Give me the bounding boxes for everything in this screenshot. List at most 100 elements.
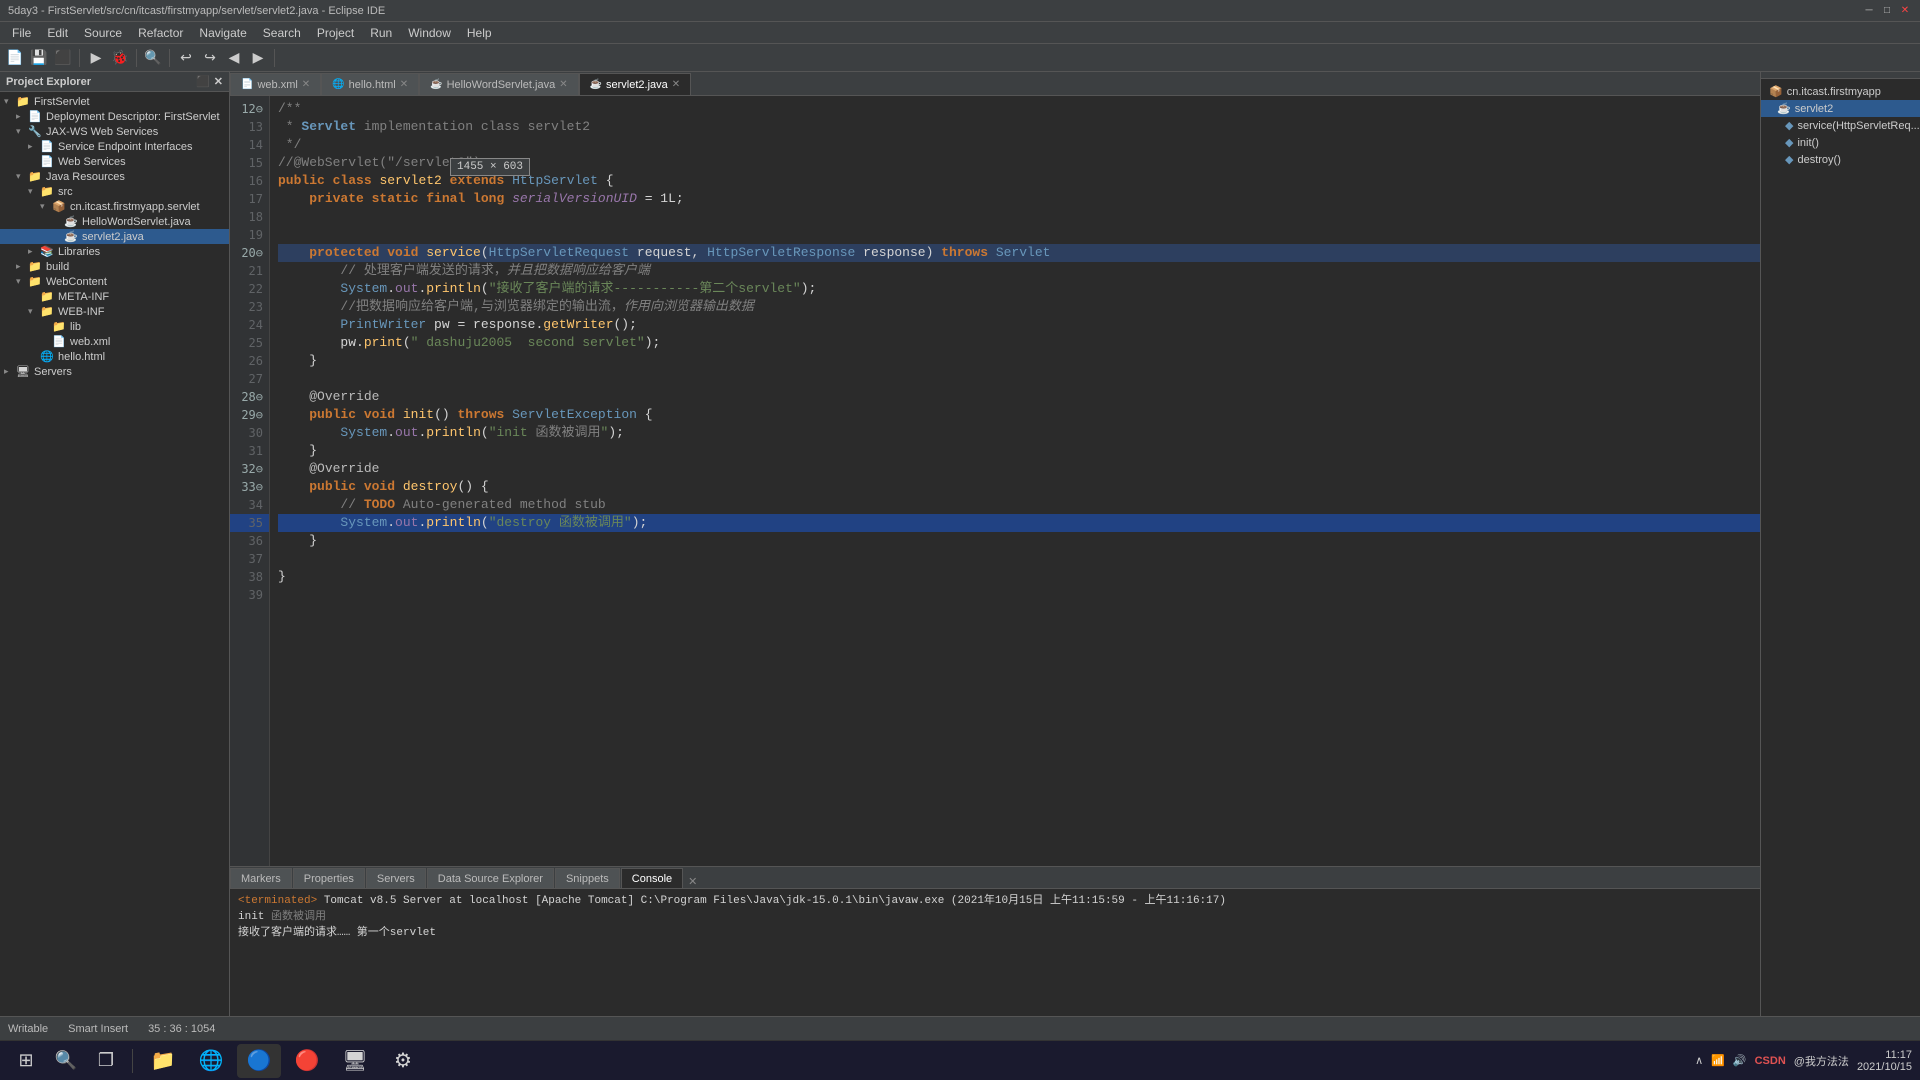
outline-item-package[interactable]: 📦 cn.itcast.firstmyapp	[1761, 83, 1920, 100]
taskbar-app-settings[interactable]: ⚙	[381, 1044, 425, 1078]
tree-item-metainf[interactable]: 📁 META-INF	[0, 289, 229, 304]
tree-item-webxml[interactable]: 📄 web.xml	[0, 334, 229, 349]
tree-item-webinf[interactable]: ▾ 📁 WEB-INF	[0, 304, 229, 319]
line-num: 32⊖	[230, 460, 269, 478]
center-editor-area: 📄 web.xml ✕ 🌐 hello.html ✕ ☕ HelloWordSe…	[230, 72, 1760, 1016]
tree-item-hello-html[interactable]: 🌐 hello.html	[0, 349, 229, 364]
tree-item-web-services[interactable]: 📄 Web Services	[0, 154, 229, 169]
outline-item-service[interactable]: ◆ service(HttpServletReq...	[1761, 117, 1920, 134]
tree-item-webcontent[interactable]: ▾ 📁 WebContent	[0, 274, 229, 289]
minimize-button[interactable]: ─	[1862, 4, 1876, 18]
line-num: 21	[230, 262, 269, 280]
menu-file[interactable]: File	[4, 24, 39, 42]
tree-item-hellowordservlet[interactable]: ☕ HelloWordServlet.java	[0, 214, 229, 229]
panel-close-icon[interactable]: ✕	[214, 75, 223, 88]
tab-label: HelloWordServlet.java	[447, 79, 556, 91]
tree-item-lib[interactable]: 📁 lib	[0, 319, 229, 334]
tree-item-servlet2[interactable]: ☕ servlet2.java	[0, 229, 229, 244]
tree-item-jax-ws[interactable]: ▾ 🔧 JAX-WS Web Services	[0, 124, 229, 139]
menu-source[interactable]: Source	[76, 24, 130, 42]
tab-close-servlet2[interactable]: ✕	[672, 79, 680, 90]
toolbar-next[interactable]: ▶	[247, 47, 269, 69]
tab-snippets[interactable]: Snippets	[555, 868, 620, 888]
taskbar-app-eclipse[interactable]: 🔵	[237, 1044, 281, 1078]
code-editor[interactable]: 1455 × 603 12⊖ 13 14 15 16 17 18 19 20⊖ …	[230, 96, 1760, 866]
toolbar-search[interactable]: 🔍	[142, 47, 164, 69]
line-num: 35	[230, 514, 269, 532]
tree-item-java-resources[interactable]: ▾ 📁 Java Resources	[0, 169, 229, 184]
line-num: 18	[230, 208, 269, 226]
toolbar-new[interactable]: 📄	[4, 47, 26, 69]
taskbar-app-file-explorer[interactable]: 📁	[141, 1044, 185, 1078]
toolbar-undo[interactable]: ↩	[175, 47, 197, 69]
menu-run[interactable]: Run	[362, 24, 400, 42]
class-icon-outline: ☕	[1777, 102, 1791, 115]
tab-properties[interactable]: Properties	[293, 868, 365, 888]
toolbar-sep-4	[274, 49, 275, 67]
toolbar-prev[interactable]: ◀	[223, 47, 245, 69]
tree-label: WEB-INF	[58, 306, 104, 318]
panel-header-buttons: ⬛ ✕	[196, 75, 223, 88]
tab-console[interactable]: Console	[621, 868, 683, 888]
panel-minimize-icon[interactable]: ⬛	[196, 75, 210, 88]
tree-item-build[interactable]: ▸ 📁 build	[0, 259, 229, 274]
tree-item-libraries[interactable]: ▸ 📚 Libraries	[0, 244, 229, 259]
toolbar-debug[interactable]: 🐞	[109, 47, 131, 69]
menu-search[interactable]: Search	[255, 24, 309, 42]
tab-markers[interactable]: Markers	[230, 868, 292, 888]
tab-hello-html[interactable]: 🌐 hello.html ✕	[321, 73, 419, 95]
taskbar-right: ∧ 📶 🔊 CSDN @我方法法 11:17 2021/10/15	[1695, 1049, 1912, 1073]
menu-help[interactable]: Help	[459, 24, 500, 42]
tree-item-package[interactable]: ▾ 📦 cn.itcast.firstmyapp.servlet	[0, 199, 229, 214]
tab-close-helloword[interactable]: ✕	[559, 79, 567, 90]
taskbar-app-terminal[interactable]: 🖥	[333, 1044, 377, 1078]
descriptor-icon: 📄	[28, 110, 44, 123]
tab-servers[interactable]: Servers	[366, 868, 426, 888]
line-num: 14	[230, 136, 269, 154]
tree-label: servlet2.java	[82, 231, 144, 243]
code-line	[278, 226, 1760, 244]
task-view-button[interactable]: ❐	[88, 1043, 124, 1079]
close-button[interactable]: ✕	[1898, 4, 1912, 18]
expand-arrow: ▾	[16, 171, 28, 182]
webxml-icon: 📄	[52, 335, 68, 348]
tab-close-hello[interactable]: ✕	[400, 79, 408, 90]
project-tree[interactable]: ▾ 📁 FirstServlet ▸ 📄 Deployment Descript…	[0, 92, 229, 1016]
toolbar-save[interactable]: 💾	[28, 47, 50, 69]
outline-label: cn.itcast.firstmyapp	[1787, 86, 1881, 98]
tab-label: servlet2.java	[606, 79, 668, 91]
outline-item-init[interactable]: ◆ init()	[1761, 134, 1920, 151]
toolbar-redo[interactable]: ↪	[199, 47, 221, 69]
menu-navigate[interactable]: Navigate	[191, 24, 254, 42]
menu-refactor[interactable]: Refactor	[130, 24, 191, 42]
project-explorer-title: Project Explorer	[6, 76, 91, 88]
console-line: <terminated> Tomcat v8.5 Server at local…	[238, 893, 1752, 909]
search-button[interactable]: 🔍	[48, 1043, 84, 1079]
tree-item-servers[interactable]: ▸ 🖥 Servers	[0, 364, 229, 379]
tab-servlet2[interactable]: ☕ servlet2.java ✕	[579, 73, 692, 95]
taskbar-app-chrome[interactable]: 🔴	[285, 1044, 329, 1078]
line-num: 28⊖	[230, 388, 269, 406]
menu-edit[interactable]: Edit	[39, 24, 76, 42]
tab-datasource[interactable]: Data Source Explorer	[427, 868, 554, 888]
taskbar-app-edge[interactable]: 🌐	[189, 1044, 233, 1078]
tab-close-webxml[interactable]: ✕	[302, 79, 310, 90]
bottom-panel: Markers Properties Servers Data Source E…	[230, 866, 1760, 1016]
dimension-annotation: 1455 × 603	[450, 158, 530, 176]
menu-project[interactable]: Project	[309, 24, 362, 42]
tab-web-xml[interactable]: 📄 web.xml ✕	[230, 73, 321, 95]
maximize-button[interactable]: □	[1880, 4, 1894, 18]
outline-item-destroy[interactable]: ◆ destroy()	[1761, 151, 1920, 168]
project-explorer-header: Project Explorer ⬛ ✕	[0, 72, 229, 92]
toolbar-save-all[interactable]: ⬛	[52, 47, 74, 69]
tree-item-deployment-descriptor[interactable]: ▸ 📄 Deployment Descriptor: FirstServlet	[0, 109, 229, 124]
tree-item-firstservlet[interactable]: ▾ 📁 FirstServlet	[0, 94, 229, 109]
start-button[interactable]: ⊞	[8, 1043, 44, 1079]
tree-item-service-endpoints[interactable]: ▸ 📄 Service Endpoint Interfaces	[0, 139, 229, 154]
code-content[interactable]: /** * Servlet implementation class servl…	[270, 96, 1760, 866]
menu-window[interactable]: Window	[400, 24, 459, 42]
tree-item-src[interactable]: ▾ 📁 src	[0, 184, 229, 199]
tab-hellowordservlet[interactable]: ☕ HelloWordServlet.java ✕	[419, 73, 578, 95]
outline-item-servlet2[interactable]: ☕ servlet2	[1761, 100, 1920, 117]
toolbar-run[interactable]: ▶	[85, 47, 107, 69]
